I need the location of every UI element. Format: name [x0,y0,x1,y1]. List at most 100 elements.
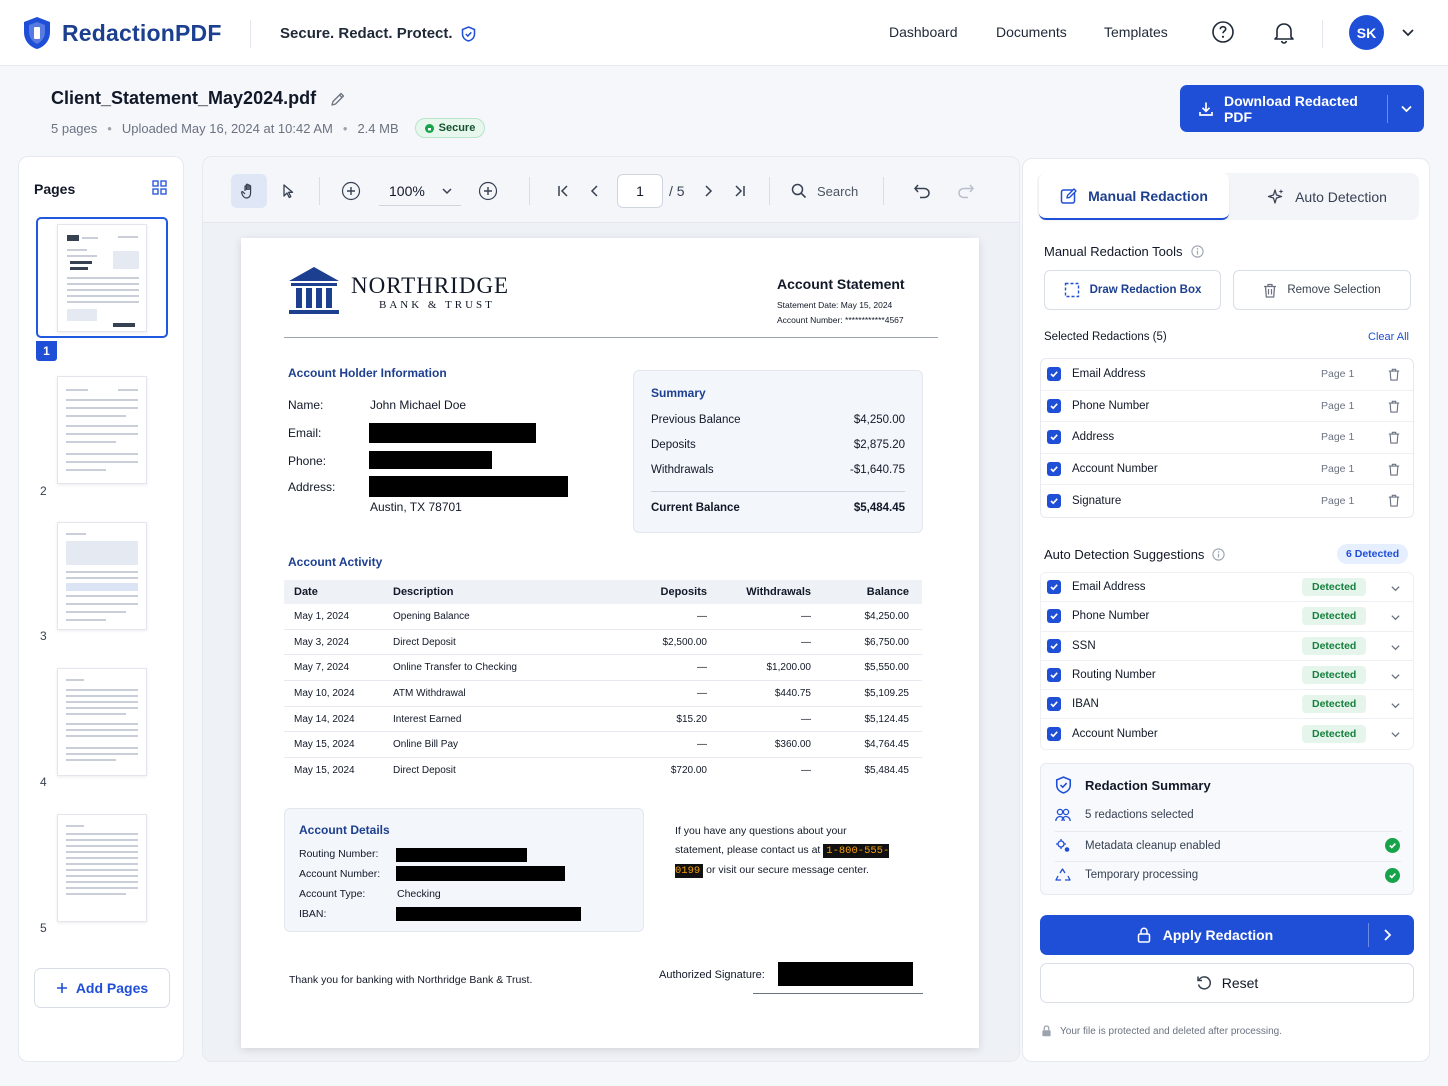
statement-date: Statement Date: May 15, 2024 [777,300,893,310]
info-icon[interactable] [1212,548,1226,561]
remove-selection-button[interactable]: Remove Selection [1233,270,1411,310]
signature-redaction-box[interactable] [778,962,913,986]
pencil-icon[interactable] [330,91,346,107]
help-icon[interactable] [1209,18,1237,46]
checkbox-checked-icon[interactable] [1047,697,1061,712]
apply-redaction-button[interactable]: Apply Redaction [1040,915,1414,955]
search-button[interactable]: Search [791,183,858,199]
trash-icon[interactable] [1388,463,1400,476]
chevron-down-icon[interactable] [1390,612,1401,623]
list-item[interactable]: Phone Number Detected [1041,602,1413,632]
nav-templates[interactable]: Templates [1104,24,1168,40]
list-item[interactable]: SSN Detected [1041,632,1413,661]
summary-row: Deposits $2,875.20 [651,439,905,451]
page-thumbnail-5[interactable] [57,814,147,922]
chevron-down-icon[interactable] [1390,642,1401,653]
apply-main[interactable]: Apply Redaction [1040,915,1370,955]
list-item[interactable]: Account Number Page 1 [1041,454,1413,485]
page-thumbnail-1[interactable] [57,224,147,332]
shield-logo-icon [22,16,52,50]
chevron-down-icon[interactable] [1394,18,1422,46]
tab-auto-detection[interactable]: Auto Detection [1237,173,1417,220]
chevron-down-icon[interactable] [1390,700,1401,711]
first-page-icon[interactable] [545,174,581,208]
chevron-down-icon[interactable] [1390,671,1401,682]
redaction-page: Page 1 [1321,368,1355,381]
list-item[interactable]: Phone Number Page 1 [1041,391,1413,422]
divider [284,337,938,338]
list-item[interactable]: Address Page 1 [1041,422,1413,454]
checkbox-checked-icon[interactable] [1047,638,1061,653]
download-redacted-button[interactable]: Download Redacted PDF [1180,85,1424,132]
list-item[interactable]: IBAN Detected [1041,690,1413,720]
auto-title: Auto Detection Suggestions [1044,547,1205,562]
checkbox-checked-icon[interactable] [1047,668,1061,683]
summary-title: Summary [651,386,706,400]
draw-redaction-box-button[interactable]: Draw Redaction Box [1044,270,1221,310]
pdf-page[interactable]: NORTHRIDGE BANK & TRUST Account Statemen… [241,238,979,1048]
table-cell: $5,124.45 [864,713,910,725]
clear-all-link[interactable]: Clear All [1368,331,1409,343]
brand-name: RedactionPDF [62,19,222,46]
checkbox-checked-icon[interactable] [1047,727,1061,742]
download-main[interactable]: Download Redacted PDF [1180,93,1387,125]
table-cell: May 14, 2024 [294,713,355,725]
list-item[interactable]: Signature Page 1 [1041,485,1413,517]
account-number-redaction-box[interactable] [396,866,565,881]
info-icon[interactable] [1190,245,1204,258]
next-page-icon[interactable] [690,174,726,208]
page-thumbnail-4[interactable] [57,668,147,776]
brand[interactable]: RedactionPDF [22,16,222,50]
page-number-input[interactable]: 1 [617,174,663,208]
trash-icon[interactable] [1388,431,1400,444]
list-item[interactable]: Email Address Detected [1041,573,1413,603]
nav-dashboard[interactable]: Dashboard [889,24,958,40]
page-thumbnail-3[interactable] [57,522,147,630]
iban-redaction-box[interactable] [396,907,581,921]
chevron-down-icon[interactable] [1390,729,1401,740]
undo-icon[interactable] [904,174,940,208]
document-viewer: 100% 1 / 5 Search NORTHRIDGE BANK & TRUS… [202,156,1020,1062]
grid-view-icon[interactable] [152,180,167,195]
list-item[interactable]: Email Address Page 1 [1041,359,1413,391]
checkbox-checked-icon[interactable] [1047,580,1061,595]
bell-icon[interactable] [1270,18,1298,46]
previous-page-icon[interactable] [577,174,613,208]
checkbox-checked-icon[interactable] [1047,367,1061,382]
checkbox-checked-icon[interactable] [1047,461,1061,476]
tab-manual-redaction[interactable]: Manual Redaction [1039,173,1229,220]
reset-icon [1196,975,1212,991]
nav-documents[interactable]: Documents [996,24,1067,40]
lock-icon [1041,1025,1052,1037]
checkbox-checked-icon[interactable] [1047,398,1061,413]
hand-tool-icon[interactable] [231,174,267,208]
select-cursor-icon[interactable] [270,174,306,208]
download-options-chevron-icon[interactable] [1388,102,1424,115]
checkbox-checked-icon[interactable] [1047,609,1061,624]
suggestion-label: Account Number [1072,728,1158,741]
divider [883,177,884,205]
chevron-right-icon[interactable] [1380,927,1394,943]
zoom-out-icon[interactable] [333,174,369,208]
add-pages-button[interactable]: Add Pages [34,968,170,1008]
list-item[interactable]: Account Number Detected [1041,719,1413,748]
reset-button[interactable]: Reset [1040,963,1414,1003]
trash-icon[interactable] [1388,494,1400,507]
checkbox-checked-icon[interactable] [1047,493,1061,508]
redo-icon[interactable] [948,174,984,208]
trash-icon[interactable] [1388,400,1400,413]
trash-icon[interactable] [1388,368,1400,381]
routing-redaction-box[interactable] [396,848,527,862]
chevron-down-icon[interactable] [1390,583,1401,594]
phone-redaction-box[interactable] [369,451,492,469]
checkbox-checked-icon[interactable] [1047,430,1061,445]
last-page-icon[interactable] [722,174,758,208]
avatar[interactable]: SK [1349,15,1384,50]
zoom-select[interactable]: 100% [379,176,461,206]
list-item[interactable]: Routing Number Detected [1041,661,1413,691]
bank-subtitle: BANK & TRUST [379,299,495,311]
page-thumbnail-2[interactable] [57,376,147,484]
zoom-in-icon[interactable] [470,174,506,208]
email-redaction-box[interactable] [369,423,536,443]
address-redaction-box[interactable] [369,476,568,497]
